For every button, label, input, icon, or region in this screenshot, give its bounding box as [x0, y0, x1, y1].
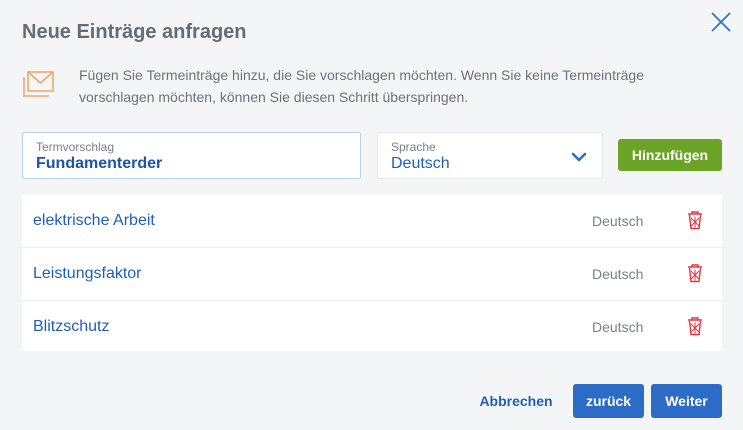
dialog-title: Neue Einträge anfragen — [22, 21, 247, 43]
entry-language: Deutsch — [592, 213, 644, 229]
term-field-label: Termvorschlag — [36, 140, 115, 154]
trash-icon[interactable] — [686, 263, 704, 283]
list-item: Blitzschutz Deutsch — [22, 301, 722, 353]
entry-term[interactable]: Blitzschutz — [33, 318, 109, 336]
term-suggestion-field[interactable]: Termvorschlag Fundamenterder — [22, 132, 361, 179]
chevron-down-icon[interactable] — [571, 151, 587, 163]
term-field-value[interactable]: Fundamenterder — [36, 155, 162, 173]
intro-text: Fügen Sie Termeinträge hinzu, die Sie vo… — [79, 67, 644, 105]
add-button[interactable]: Hinzufügen — [618, 139, 722, 171]
back-button[interactable]: zurück — [573, 384, 644, 418]
cancel-button[interactable]: Abbrechen — [470, 384, 562, 418]
language-field-value[interactable]: Deutsch — [391, 155, 450, 173]
entry-term[interactable]: elektrische Arbeit — [33, 212, 155, 230]
trash-icon[interactable] — [686, 210, 704, 230]
entry-language: Deutsch — [592, 266, 644, 282]
entry-term[interactable]: Leistungsfaktor — [33, 265, 142, 283]
entry-language: Deutsch — [592, 319, 644, 335]
list-item: Leistungsfaktor Deutsch — [22, 248, 722, 301]
close-icon[interactable] — [708, 9, 734, 35]
list-item: elektrische Arbeit Deutsch — [22, 195, 722, 248]
entries-list: elektrische Arbeit Deutsch Leistungsfakt… — [22, 195, 722, 351]
mail-stack-icon — [23, 71, 54, 97]
language-select[interactable]: Sprache Deutsch — [377, 132, 603, 179]
language-field-label: Sprache — [391, 140, 436, 154]
trash-icon[interactable] — [686, 316, 704, 336]
next-button[interactable]: Weiter — [651, 384, 722, 418]
